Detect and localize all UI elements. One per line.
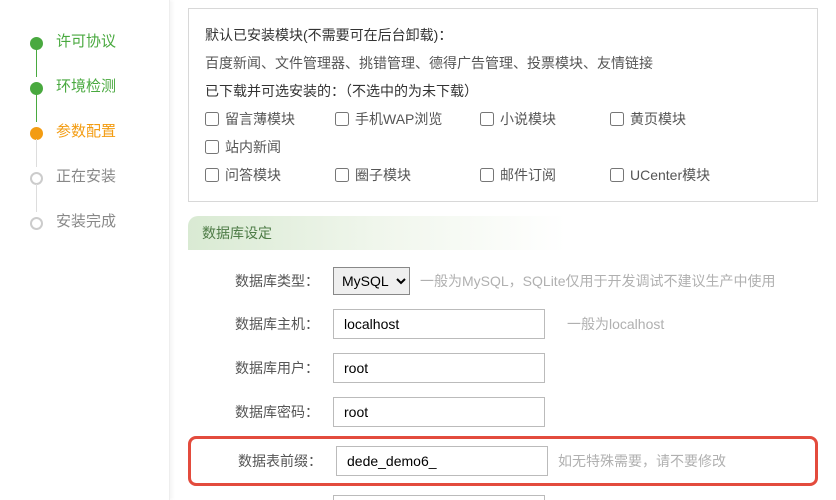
row-db-type: 数据库类型： MySQL 一般为MySQL，SQLite仅用于开发调试不建议生产… [188,260,818,302]
checkbox-circle[interactable]: 圈子模块 [335,161,480,189]
checkbox-novel-input[interactable] [480,112,494,126]
checkbox-guestbook-input[interactable] [205,112,219,126]
step-params: 参数配置 [30,108,149,153]
input-db-pass[interactable] [333,397,545,427]
optional-row-1: 留言薄模块 手机WAP浏览 小说模块 黄页模块 站内新闻 [205,105,801,161]
installed-modules-title: 默认已安装模块(不需要可在后台卸载)： [205,21,801,49]
hint-db-host: 一般为localhost [567,314,664,334]
label-db-prefix: 数据表前缀： [191,451,336,471]
main-content: 默认已安装模块(不需要可在后台卸载)： 百度新闻、文件管理器、挑错管理、德得广告… [170,0,836,500]
installed-modules-list: 百度新闻、文件管理器、挑错管理、德得广告管理、投票模块、友情链接 [205,49,801,77]
modules-panel: 默认已安装模块(不需要可在后台卸载)： 百度新闻、文件管理器、挑错管理、德得广告… [188,8,818,202]
step-installing: 正在安装 [30,153,149,198]
checkbox-ucenter[interactable]: UCenter模块 [610,161,740,189]
checkbox-mail-input[interactable] [480,168,494,182]
step-env-check: 环境检测 [30,63,149,108]
label-db-host: 数据库主机： [188,314,333,334]
input-db-name[interactable] [333,495,545,500]
install-steps-sidebar: 许可协议 环境检测 参数配置 正在安装 安装完成 [0,0,170,500]
checkbox-qa[interactable]: 问答模块 [205,161,335,189]
checkbox-mail[interactable]: 邮件订阅 [480,161,610,189]
checkbox-yellowpage[interactable]: 黄页模块 [610,105,740,133]
label-db-pass: 数据库密码： [188,402,333,422]
input-db-user[interactable] [333,353,545,383]
db-section-header: 数据库设定 [188,216,818,250]
select-db-type[interactable]: MySQL [333,267,410,295]
hint-db-prefix: 如无特殊需要，请不要修改 [558,451,726,471]
row-db-prefix: 数据表前缀： 如无特殊需要，请不要修改 [191,441,815,481]
input-db-prefix[interactable] [336,446,548,476]
checkbox-yellowpage-input[interactable] [610,112,624,126]
checkbox-sitenews[interactable]: 站内新闻 [205,133,335,161]
input-db-host[interactable] [333,309,545,339]
label-db-type: 数据库类型： [188,271,333,291]
checkbox-novel[interactable]: 小说模块 [480,105,610,133]
checkbox-sitenews-input[interactable] [205,140,219,154]
optional-modules-title: 已下载并可选安装的：（不选中的为未下载） [205,77,801,105]
checkbox-guestbook[interactable]: 留言薄模块 [205,105,335,133]
checkbox-circle-input[interactable] [335,168,349,182]
highlight-prefix: 数据表前缀： 如无特殊需要，请不要修改 [188,436,818,486]
row-db-user: 数据库用户： [188,346,818,390]
hint-db-type: 一般为MySQL，SQLite仅用于开发调试不建议生产中使用 [420,271,775,291]
checkbox-ucenter-input[interactable] [610,168,624,182]
step-complete: 安装完成 [30,198,149,243]
label-db-user: 数据库用户： [188,358,333,378]
checkbox-wap-input[interactable] [335,112,349,126]
step-license: 许可协议 [30,18,149,63]
optional-row-2: 问答模块 圈子模块 邮件订阅 UCenter模块 [205,161,801,189]
row-db-pass: 数据库密码： [188,390,818,434]
step-list: 许可协议 环境检测 参数配置 正在安装 安装完成 [0,18,169,243]
row-db-host: 数据库主机： 一般为localhost [188,302,818,346]
row-db-name: 数据库名称： [188,488,818,500]
checkbox-wap[interactable]: 手机WAP浏览 [335,105,480,133]
checkbox-qa-input[interactable] [205,168,219,182]
